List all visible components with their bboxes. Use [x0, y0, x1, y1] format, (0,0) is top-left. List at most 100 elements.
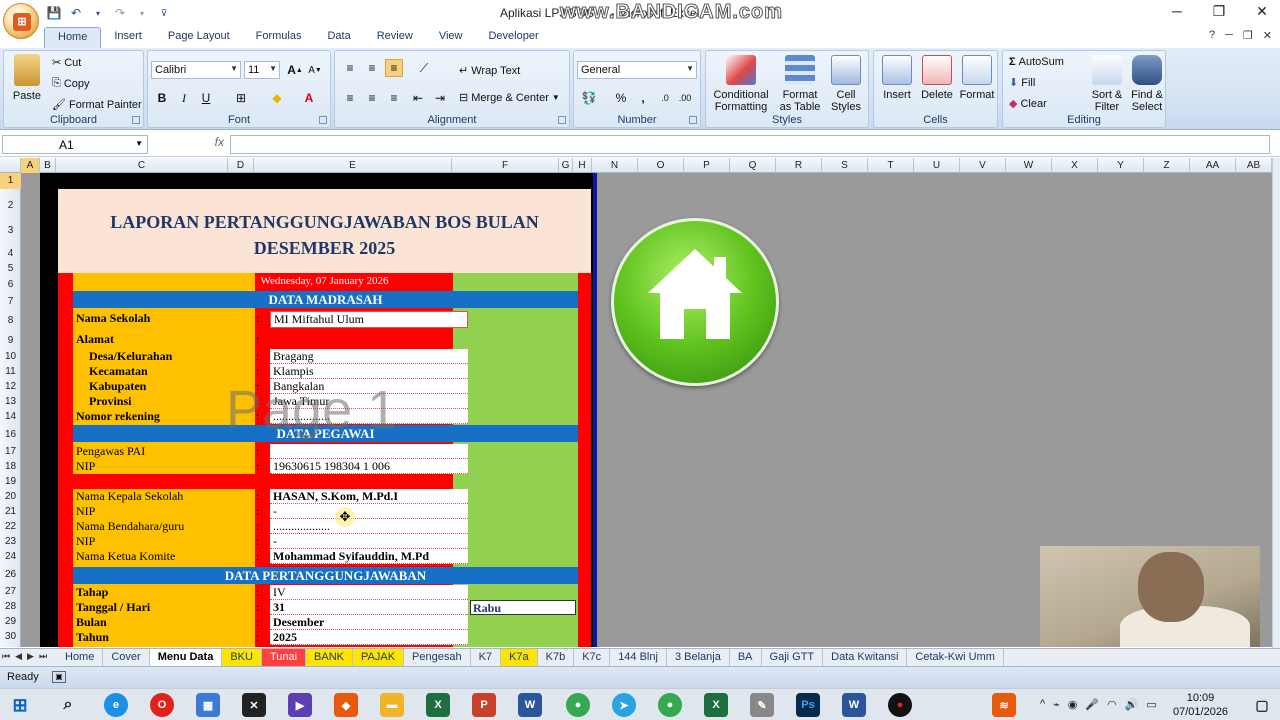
row-header[interactable]: 8	[0, 315, 21, 326]
restore-button[interactable]: ❐	[1204, 3, 1234, 21]
prev-sheet-icon[interactable]: ◀	[15, 651, 22, 662]
font-name-combo[interactable]: Calibri ▼	[151, 61, 241, 79]
find-select-button[interactable]: Find & Select	[1127, 55, 1167, 113]
macro-record-icon[interactable]: ▣	[52, 671, 66, 683]
align-left-icon[interactable]: ≡	[341, 89, 359, 107]
tray-app-icon[interactable]: ≋	[992, 693, 1016, 717]
tray-expand-icon[interactable]: ^	[1040, 698, 1045, 711]
percent-button[interactable]: %	[612, 89, 630, 107]
field-value[interactable]: MI Miftahul Ulum	[270, 311, 468, 328]
sheet-tab[interactable]: BANK	[306, 649, 354, 666]
insert-cells-button[interactable]: Insert	[878, 55, 916, 101]
next-sheet-icon[interactable]: ▶	[27, 651, 34, 662]
row-header[interactable]: 18	[0, 461, 21, 472]
customize-qat-icon[interactable]: ⊽	[156, 5, 172, 21]
row-header[interactable]: 16	[0, 429, 21, 440]
format-painter-button[interactable]: 🖌 Format Painter	[52, 98, 142, 112]
capcut-icon[interactable]: ✕	[242, 693, 266, 717]
tool-icon[interactable]: ✎	[750, 693, 774, 717]
field-value[interactable]: 2025	[270, 630, 468, 645]
sheet-tab-active[interactable]: Menu Data	[149, 649, 223, 666]
help-icon[interactable]: ?	[1209, 29, 1215, 42]
edge-icon[interactable]: e	[104, 693, 128, 717]
increase-indent-icon[interactable]: ⇥	[431, 89, 449, 107]
paste-button[interactable]: Paste	[9, 54, 45, 102]
battery-icon[interactable]: ▭	[1146, 698, 1156, 711]
bandicam-icon[interactable]: ●	[888, 693, 912, 717]
field-value[interactable]: -	[270, 534, 468, 549]
powerpoint-icon[interactable]: P	[472, 693, 496, 717]
excel-taskbar-icon[interactable]: X	[426, 693, 450, 717]
dialog-launcher-icon[interactable]	[319, 116, 327, 124]
office-button[interactable]: ⊞	[3, 3, 39, 39]
sheet-tab[interactable]: Cetak-Kwi Umm	[907, 649, 1004, 666]
windows-start-icon[interactable]: ⊞	[8, 693, 32, 717]
column-header[interactable]: P	[684, 158, 730, 173]
align-bottom-icon[interactable]: ≡	[385, 59, 403, 77]
vertical-scrollbar[interactable]	[1272, 158, 1280, 648]
conditional-formatting-button[interactable]: Conditional Formatting	[710, 55, 772, 113]
delete-cells-button[interactable]: Delete	[918, 55, 956, 101]
tab-insert[interactable]: Insert	[101, 27, 155, 48]
number-format-combo[interactable]: General ▼	[577, 61, 697, 79]
tab-page-layout[interactable]: Page Layout	[155, 27, 243, 48]
row-header[interactable]: 6	[0, 279, 21, 290]
row-header[interactable]: 10	[0, 351, 21, 362]
sheet-tab[interactable]: K7	[471, 649, 502, 666]
font-size-combo[interactable]: 11 ▼	[244, 61, 280, 79]
font-color-icon[interactable]: A	[300, 89, 318, 107]
italic-button[interactable]: I	[175, 89, 193, 107]
field-value[interactable]: -	[270, 504, 468, 519]
row-header[interactable]: 19	[0, 476, 21, 487]
copy-button[interactable]: ⎘ Copy	[52, 77, 90, 90]
undo-icon[interactable]: ↶	[68, 5, 84, 21]
align-center-icon[interactable]: ≡	[363, 89, 381, 107]
insert-function-icon[interactable]: fx	[150, 135, 230, 154]
column-header[interactable]: N	[592, 158, 638, 173]
dialog-launcher-icon[interactable]	[689, 116, 697, 124]
column-header[interactable]: V	[960, 158, 1006, 173]
sheet-tab[interactable]: PAJAK	[353, 649, 405, 666]
ribbon-close-icon[interactable]: ✕	[1263, 29, 1272, 42]
row-header[interactable]: 29	[0, 616, 21, 627]
sheet-tab[interactable]: Data Kwitansi	[823, 649, 908, 666]
column-header[interactable]: X	[1052, 158, 1098, 173]
word-window-icon[interactable]: W	[842, 693, 866, 717]
media-app-icon[interactable]: ▶	[288, 693, 312, 717]
tab-formulas[interactable]: Formulas	[243, 27, 315, 48]
decrease-indent-icon[interactable]: ⇤	[409, 89, 427, 107]
field-value[interactable]: HASAN, S.Kom, M.Pd.I	[270, 489, 468, 504]
row-header[interactable]: 22	[0, 521, 21, 532]
opera-icon[interactable]: O	[150, 693, 174, 717]
minimize-button[interactable]: ─	[1162, 3, 1192, 21]
worksheet-grid[interactable]: LAPORAN PERTANGGUNGJAWABAN BOS BULAN DES…	[21, 173, 1272, 647]
align-middle-icon[interactable]: ≡	[363, 59, 381, 77]
sheet-tab[interactable]: Gaji GTT	[762, 649, 824, 666]
close-button[interactable]: ✕	[1247, 3, 1277, 21]
sheet-tab[interactable]: 144 Blnj	[610, 649, 667, 666]
row-header[interactable]: 12	[0, 381, 21, 392]
format-as-table-button[interactable]: Format as Table	[776, 55, 824, 113]
telegram-icon[interactable]: ➤	[612, 693, 636, 717]
chrome-profile-icon[interactable]: ●	[658, 693, 682, 717]
column-header[interactable]: Z	[1144, 158, 1190, 173]
row-header[interactable]: 24	[0, 551, 21, 562]
decrease-decimal-icon[interactable]: .00	[676, 89, 694, 107]
sheet-tab[interactable]: BA	[730, 649, 762, 666]
notifications-icon[interactable]: ▢	[1250, 693, 1274, 717]
column-header[interactable]: C	[56, 158, 228, 173]
dialog-launcher-icon[interactable]	[558, 116, 566, 124]
merge-center-button[interactable]: ⊟ Merge & Center ▼	[459, 91, 560, 105]
column-header[interactable]: AA	[1190, 158, 1236, 173]
align-top-icon[interactable]: ≡	[341, 59, 359, 77]
sheet-tab[interactable]: K7c	[574, 649, 611, 666]
sheet-tab[interactable]: K7a	[501, 649, 538, 666]
row-header[interactable]: 17	[0, 446, 21, 457]
column-header[interactable]: Y	[1098, 158, 1144, 173]
sheet-tab[interactable]: K7b	[538, 649, 575, 666]
align-right-icon[interactable]: ≡	[385, 89, 403, 107]
chrome-icon[interactable]: ●	[566, 693, 590, 717]
row-header[interactable]: 5	[0, 263, 21, 274]
column-header[interactable]: O	[638, 158, 684, 173]
sheet-tab[interactable]: BKU	[222, 649, 262, 666]
